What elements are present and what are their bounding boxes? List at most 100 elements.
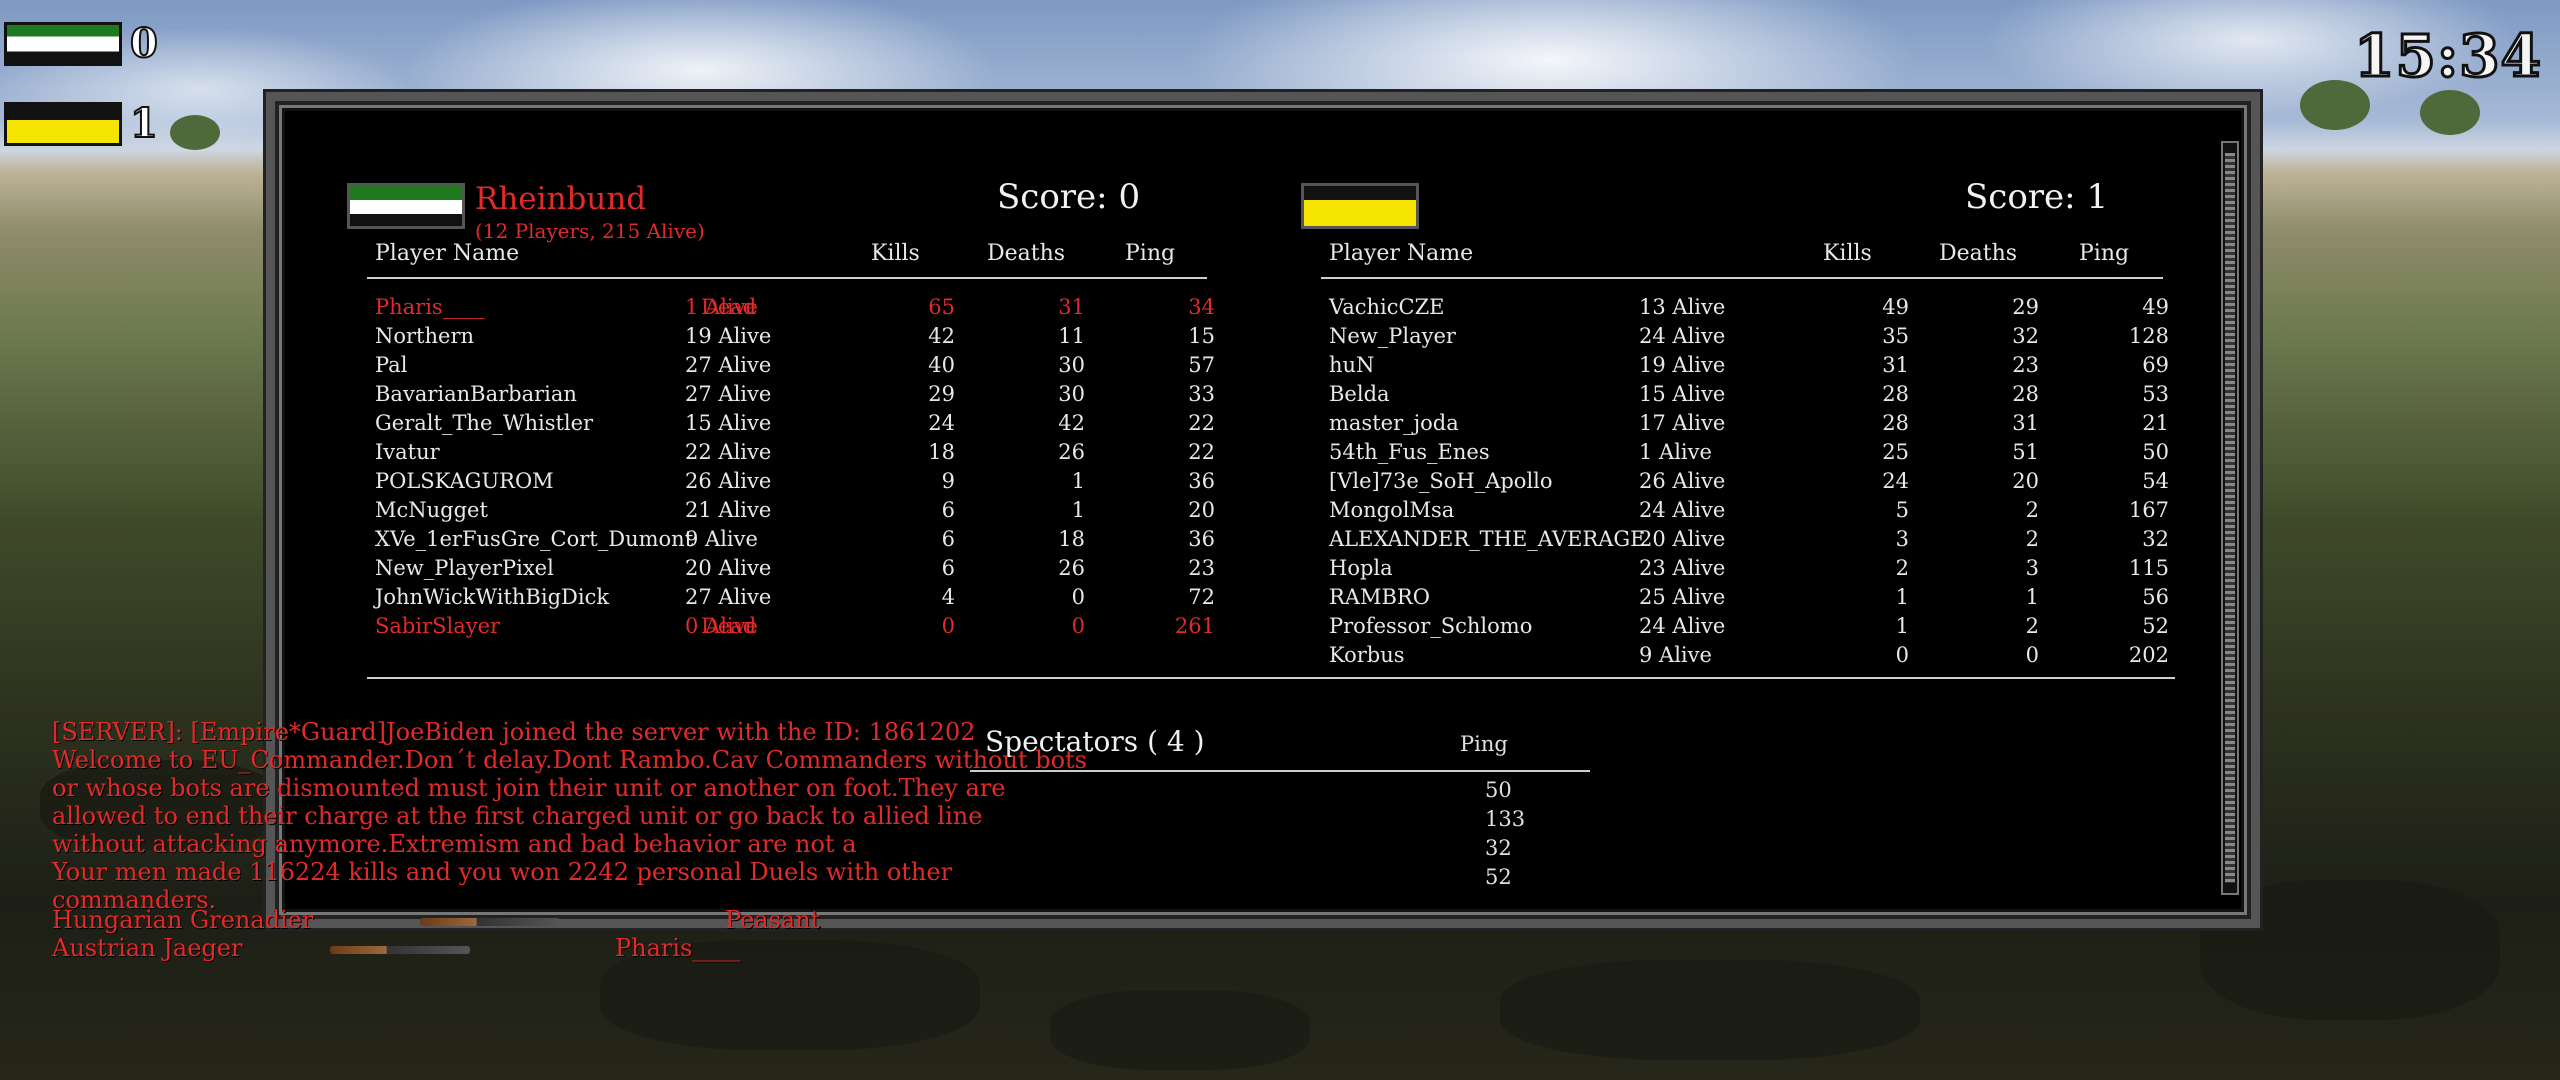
- player-name: BavarianBarbarian: [375, 382, 577, 406]
- player-row[interactable]: [Vle]73e_SoH_Apollo 26 Alive 24 20 54: [1329, 469, 2179, 498]
- player-kills: 2: [1895, 556, 1909, 580]
- player-status: 15 Alive: [1639, 382, 1726, 406]
- player-row[interactable]: master_joda 17 Alive 28 31 21: [1329, 411, 2179, 440]
- player-status: 26 Alive: [685, 469, 772, 493]
- player-deaths: 26: [1058, 440, 1085, 464]
- player-row[interactable]: XVe_1erFusGre_Cort_Dumont 9 Alive 6 18 36: [375, 527, 1225, 556]
- player-name: Pal: [375, 353, 408, 377]
- player-deaths: 20: [2012, 469, 2039, 493]
- player-deaths: 2: [2025, 614, 2039, 638]
- player-status: 9 Alive: [685, 527, 758, 551]
- player-deaths: 11: [1058, 324, 1085, 348]
- teams-divider: [367, 677, 2175, 679]
- player-kills: 3: [1895, 527, 1909, 551]
- player-name: JohnWickWithBigDick: [375, 585, 610, 609]
- player-name: RAMBRO: [1329, 585, 1430, 609]
- team1-hud-score: 0: [129, 19, 159, 68]
- player-kills: 28: [1882, 382, 1909, 406]
- player-deaths: 0: [1071, 614, 1085, 638]
- chat-line: allowed to end their charge at the first…: [52, 802, 983, 830]
- player-ping: 33: [1188, 382, 1215, 406]
- player-name: XVe_1erFusGre_Cort_Dumont: [375, 527, 694, 551]
- player-row[interactable]: ALEXANDER_THE_AVERAGE 20 Alive 3 2 32: [1329, 527, 2179, 556]
- player-row[interactable]: BavarianBarbarian 27 Alive 29 30 33: [375, 382, 1225, 411]
- player-ping: 22: [1188, 440, 1215, 464]
- player-ping: 69: [2142, 353, 2169, 377]
- player-row[interactable]: Belda 15 Alive 28 28 53: [1329, 382, 2179, 411]
- player-deaths: 23: [2012, 353, 2039, 377]
- player-kills: 5: [1895, 498, 1909, 522]
- player-ping: 36: [1188, 469, 1215, 493]
- player-ping: 49: [2142, 295, 2169, 319]
- player-name: [Vle]73e_SoH_Apollo: [1329, 469, 1553, 493]
- player-ping: 36: [1188, 527, 1215, 551]
- player-status: 24 Alive: [1639, 324, 1726, 348]
- player-status: 1 Alive: [1639, 440, 1712, 464]
- player-deaths: 2: [2025, 527, 2039, 551]
- player-status: 25 Alive: [1639, 585, 1726, 609]
- player-status: 27 Alive: [685, 353, 772, 377]
- player-status: 26 Alive: [1639, 469, 1726, 493]
- player-deaths: 0: [2025, 643, 2039, 667]
- player-kills: 42: [928, 324, 955, 348]
- player-row[interactable]: MongolMsa 24 Alive 5 2 167: [1329, 498, 2179, 527]
- player-kills: 18: [928, 440, 955, 464]
- player-row[interactable]: New_Player 24 Alive 35 32 128: [1329, 324, 2179, 353]
- player-row[interactable]: RAMBRO 25 Alive 1 1 56: [1329, 585, 2179, 614]
- player-ping: 34: [1188, 295, 1215, 319]
- round-timer: 15:34: [2353, 21, 2543, 92]
- player-row[interactable]: Northern 19 Alive 42 11 15: [375, 324, 1225, 353]
- chat-line: [SERVER]: [Empire*Guard]JoeBiden joined …: [52, 718, 976, 746]
- player-ping: 21: [2142, 411, 2169, 435]
- player-row[interactable]: huN 19 Alive 31 23 69: [1329, 353, 2179, 382]
- player-row[interactable]: McNugget 21 Alive 6 1 20: [375, 498, 1225, 527]
- player-name: Ivatur: [375, 440, 440, 464]
- player-row[interactable]: Hopla 23 Alive 2 3 115: [1329, 556, 2179, 585]
- player-kills: 49: [1882, 295, 1909, 319]
- player-deaths: 26: [1058, 556, 1085, 580]
- spectator-ping: 32: [1485, 836, 1512, 860]
- player-row[interactable]: SabirSlayer 0 Alive Dead 0 0 261: [375, 614, 1225, 643]
- player-status: 27 Alive: [685, 382, 772, 406]
- player-row[interactable]: VachicCZE 13 Alive 49 29 49: [1329, 295, 2179, 324]
- musket-icon: [420, 918, 560, 926]
- player-deaths: 2: [2025, 498, 2039, 522]
- player-row[interactable]: Geralt_The_Whistler 15 Alive 24 42 22: [375, 411, 1225, 440]
- player-row[interactable]: Pharis____ 1 Alive Dead 65 31 34: [375, 295, 1225, 324]
- player-name: POLSKAGUROM: [375, 469, 554, 493]
- scoreboard-scrollbar[interactable]: [2221, 141, 2239, 895]
- player-row[interactable]: POLSKAGUROM 26 Alive 9 1 36: [375, 469, 1225, 498]
- player-deaths: 31: [2012, 411, 2039, 435]
- player-row[interactable]: Professor_Schlomo 24 Alive 1 2 52: [1329, 614, 2179, 643]
- player-row[interactable]: Pal 27 Alive 40 30 57: [375, 353, 1225, 382]
- player-name: McNugget: [375, 498, 488, 522]
- player-row[interactable]: JohnWickWithBigDick 27 Alive 4 0 72: [375, 585, 1225, 614]
- scrollbar-thumb[interactable]: [2225, 153, 2235, 883]
- player-kills: 0: [1895, 643, 1909, 667]
- chat-line: Welcome to EU_Commander.Don´t delay.Dont…: [52, 746, 1087, 774]
- player-name: ALEXANDER_THE_AVERAGE: [1329, 527, 1646, 551]
- player-kills: 6: [941, 556, 955, 580]
- killfeed-victim: Peasant: [725, 906, 821, 934]
- player-kills: 65: [928, 295, 955, 319]
- player-deaths: 30: [1058, 353, 1085, 377]
- team-left-subtitle: (12 Players, 215 Alive): [475, 219, 705, 243]
- player-ping: 57: [1188, 353, 1215, 377]
- player-ping: 15: [1188, 324, 1215, 348]
- player-deaths: 3: [2025, 556, 2039, 580]
- player-name: SabirSlayer: [375, 614, 501, 638]
- player-kills: 28: [1882, 411, 1909, 435]
- player-kills: 40: [928, 353, 955, 377]
- player-row[interactable]: New_PlayerPixel 20 Alive 6 26 23: [375, 556, 1225, 585]
- left-header-divider: [367, 277, 1207, 279]
- player-name: New_PlayerPixel: [375, 556, 554, 580]
- player-deaths: 51: [2012, 440, 2039, 464]
- player-status: 15 Alive: [685, 411, 772, 435]
- player-status: 23 Alive: [1639, 556, 1726, 580]
- player-name: New_Player: [1329, 324, 1456, 348]
- player-name: Northern: [375, 324, 475, 348]
- player-row[interactable]: Ivatur 22 Alive 18 26 22: [375, 440, 1225, 469]
- player-row[interactable]: Korbus 9 Alive 0 0 202: [1329, 643, 2179, 672]
- player-ping: 32: [2142, 527, 2169, 551]
- player-row[interactable]: 54th_Fus_Enes 1 Alive 25 51 50: [1329, 440, 2179, 469]
